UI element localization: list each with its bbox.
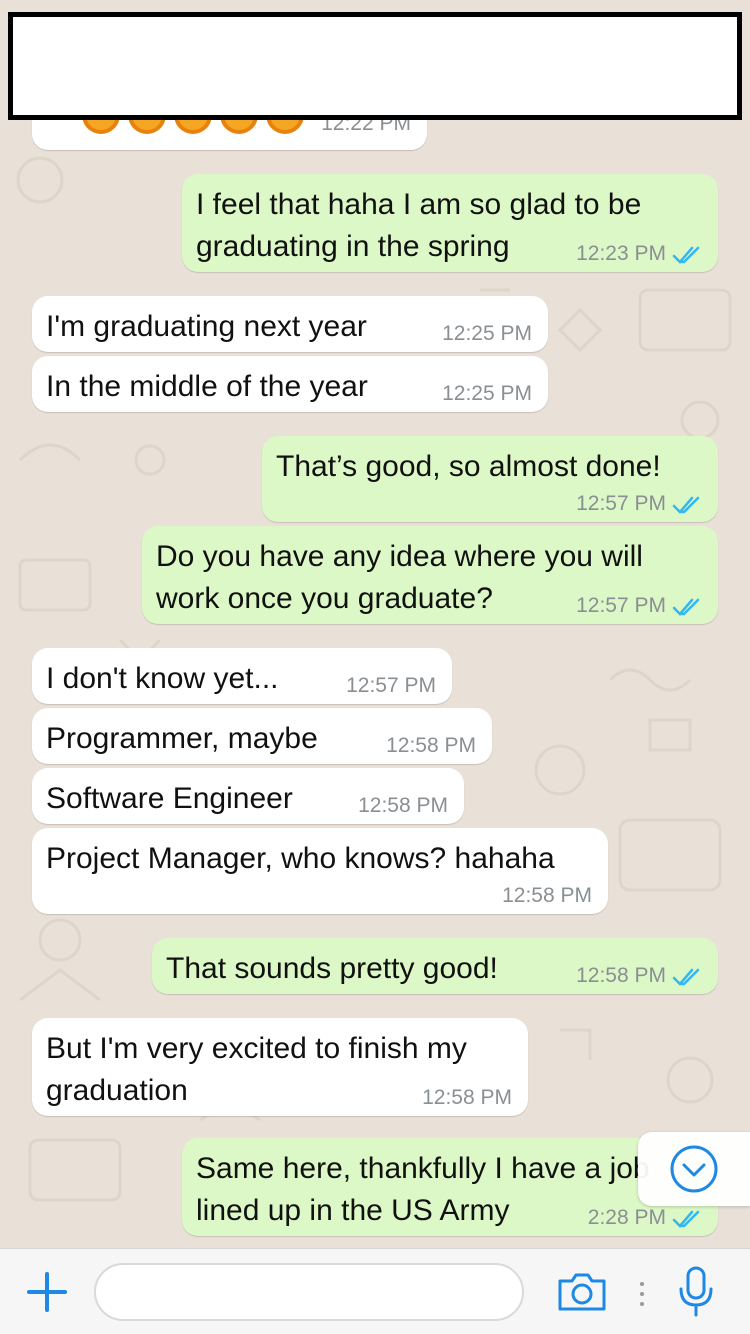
message-time: 12:57 PM xyxy=(346,674,436,697)
outgoing-message[interactable]: That sounds pretty good! 12:58 PM xyxy=(152,938,718,994)
message-text: But I'm very excited to finish my xyxy=(46,1032,467,1065)
message-time: 12:58 PM xyxy=(358,794,448,817)
outgoing-message[interactable]: I feel that haha I am so glad to be gradu… xyxy=(182,174,718,272)
incoming-message[interactable]: I don't know yet... 12:57 PM xyxy=(32,648,452,704)
message-time: 12:58 PM xyxy=(422,1086,512,1109)
incoming-message[interactable]: Software Engineer 12:58 PM xyxy=(32,768,464,824)
message-time: 12:58 PM xyxy=(386,734,476,757)
message-input[interactable] xyxy=(94,1263,524,1321)
message-text: That’s good, so almost done! xyxy=(276,450,661,483)
incoming-message[interactable]: I'm graduating next year 12:25 PM xyxy=(32,296,548,352)
chevron-down-icon xyxy=(670,1145,718,1193)
microphone-icon[interactable] xyxy=(676,1265,716,1319)
incoming-message[interactable]: Programmer, maybe 12:58 PM xyxy=(32,708,492,764)
message-text: Project Manager, who knows? hahaha xyxy=(46,842,555,875)
scroll-to-bottom-button[interactable] xyxy=(638,1132,750,1206)
camera-icon[interactable] xyxy=(556,1271,608,1313)
message-time: 12:58 PM xyxy=(502,884,592,907)
read-receipt-icon xyxy=(672,246,700,264)
outgoing-message[interactable]: That’s good, so almost done! 12:57 PM xyxy=(262,436,718,522)
message-time: 12:57 PM xyxy=(576,594,666,617)
read-receipt-icon xyxy=(672,1210,700,1228)
message-time: 12:23 PM xyxy=(576,242,666,265)
redacted-header xyxy=(8,12,742,120)
read-receipt-icon xyxy=(672,968,700,986)
message-text: Same here, thankfully I have a job xyxy=(196,1152,650,1185)
input-bar xyxy=(0,1248,750,1334)
more-dots-icon xyxy=(640,1282,644,1306)
message-time: 12:57 PM xyxy=(576,492,666,515)
message-time: 2:28 PM xyxy=(587,1206,666,1229)
message-time: 12:58 PM xyxy=(576,964,666,987)
message-time: 12:25 PM xyxy=(442,322,532,345)
plus-icon[interactable] xyxy=(26,1271,68,1313)
incoming-message[interactable]: In the middle of the year 12:25 PM xyxy=(32,356,548,412)
message-time: 12:25 PM xyxy=(442,382,532,405)
incoming-message[interactable]: But I'm very excited to finish my graduat… xyxy=(32,1018,528,1116)
read-receipt-icon xyxy=(672,598,700,616)
incoming-message[interactable]: Project Manager, who knows? hahaha 12:58 … xyxy=(32,828,608,914)
read-receipt-icon xyxy=(672,496,700,514)
outgoing-message[interactable]: Do you have any idea where you will work … xyxy=(142,526,718,624)
message-text: I feel that haha I am so glad to be xyxy=(196,188,642,221)
message-text: Do you have any idea where you will xyxy=(156,540,643,573)
